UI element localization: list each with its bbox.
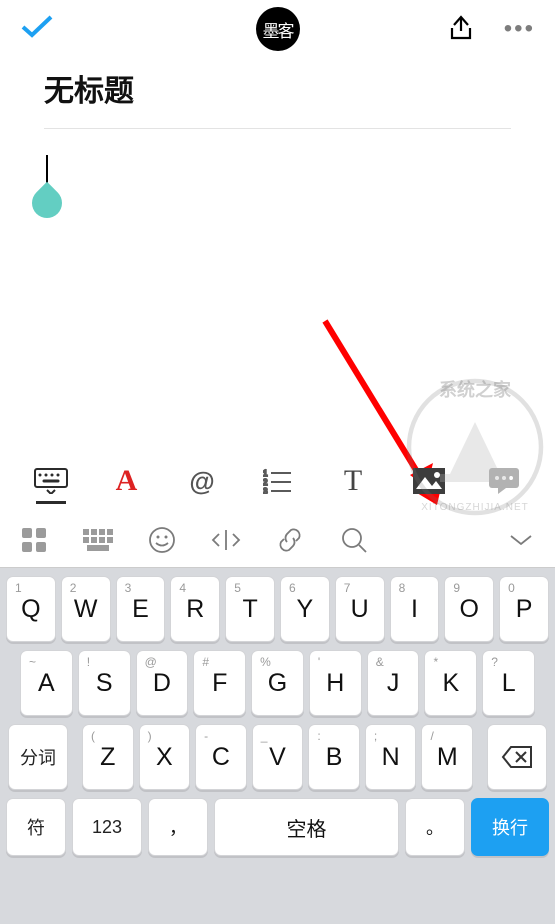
key-t[interactable]: 5T (225, 576, 275, 642)
key-x[interactable]: )X (139, 724, 191, 790)
segment-key[interactable]: 分词 (8, 724, 68, 790)
key-m[interactable]: /M (421, 724, 473, 790)
period-key[interactable]: 。 (405, 798, 465, 856)
kbd-link-icon[interactable] (274, 524, 306, 556)
kbd-emoji-icon[interactable] (146, 524, 178, 556)
text-cursor[interactable] (46, 155, 48, 189)
space-key[interactable]: 空格 (214, 798, 399, 856)
cursor-handle-icon[interactable] (26, 182, 68, 224)
kbd-layout-icon[interactable] (82, 524, 114, 556)
kbd-apps-icon[interactable] (18, 524, 50, 556)
insert-image-button[interactable] (406, 467, 452, 495)
comma-key[interactable]: ， (148, 798, 208, 856)
numeric-key[interactable]: 123 (72, 798, 142, 856)
list-button[interactable]: 1 2 3 (255, 468, 301, 494)
key-i[interactable]: 8I (390, 576, 440, 642)
key-k[interactable]: *K (424, 650, 477, 716)
svg-text:系统之家: 系统之家 (439, 379, 512, 400)
key-c[interactable]: -C (195, 724, 247, 790)
key-p[interactable]: 0P (499, 576, 549, 642)
font-style-button[interactable]: A (104, 464, 150, 498)
key-r[interactable]: 4R (170, 576, 220, 642)
key-o[interactable]: 9O (444, 576, 494, 642)
symbols-key[interactable]: 符 (6, 798, 66, 856)
kbd-search-icon[interactable] (338, 524, 370, 556)
key-f[interactable]: #F (193, 650, 246, 716)
key-e[interactable]: 3E (116, 576, 166, 642)
text-format-button[interactable]: T (330, 464, 376, 498)
key-l[interactable]: ?L (482, 650, 535, 716)
done-check-icon[interactable] (20, 13, 54, 46)
keyboard-toggle-icon[interactable] (28, 468, 74, 494)
kbd-cursor-icon[interactable] (210, 524, 242, 556)
comment-button[interactable] (481, 467, 527, 495)
key-j[interactable]: &J (367, 650, 420, 716)
key-g[interactable]: %G (251, 650, 304, 716)
svg-text:1: 1 (263, 469, 268, 478)
backspace-key[interactable] (487, 724, 547, 790)
svg-text:3: 3 (263, 487, 268, 494)
key-a[interactable]: ~A (20, 650, 73, 716)
app-logo: 墨客 (256, 7, 300, 51)
document-title[interactable]: 无标题 (44, 66, 511, 128)
mention-button[interactable]: @ (179, 466, 225, 497)
key-w[interactable]: 2W (61, 576, 111, 642)
key-b[interactable]: :B (308, 724, 360, 790)
more-icon[interactable]: ••• (504, 15, 535, 43)
key-s[interactable]: !S (78, 650, 131, 716)
key-h[interactable]: 'H (309, 650, 362, 716)
key-v[interactable]: _V (252, 724, 304, 790)
share-icon[interactable] (446, 12, 476, 47)
key-z[interactable]: (Z (82, 724, 134, 790)
key-q[interactable]: 1Q (6, 576, 56, 642)
svg-text:2: 2 (263, 478, 268, 487)
key-d[interactable]: @D (136, 650, 189, 716)
title-divider (44, 128, 511, 129)
key-n[interactable]: ;N (365, 724, 417, 790)
kbd-collapse-icon[interactable] (505, 524, 537, 556)
key-y[interactable]: 6Y (280, 576, 330, 642)
enter-key[interactable]: 换行 (471, 798, 549, 856)
key-u[interactable]: 7U (335, 576, 385, 642)
